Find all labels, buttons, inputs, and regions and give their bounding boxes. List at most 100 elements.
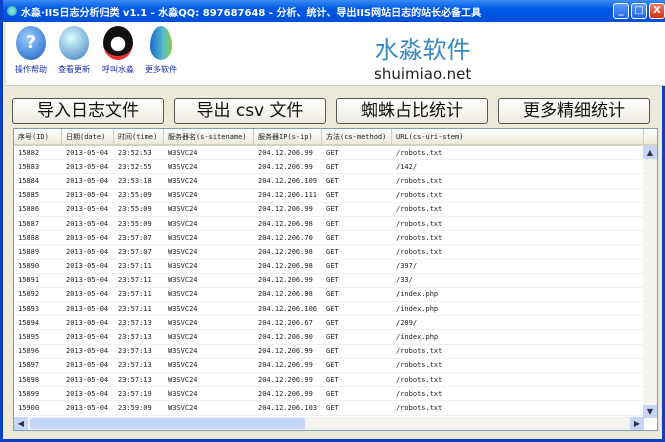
table-row[interactable]: 15883 2013-05-04 23:52:55 W3SVC24 204.12.206…: [14, 160, 657, 175]
more-software-button[interactable]: 更多软件: [139, 26, 183, 75]
table-cell: W3SVC24: [168, 162, 198, 171]
table-row[interactable]: 15886 2013-05-04 23:55:09 W3SVC24 204.12.206…: [14, 203, 657, 217]
table-row[interactable]: 15891 2013-05-04 23:57:11 W3SVC24 204.12.206…: [14, 274, 657, 288]
table-row[interactable]: 15895 2013-05-04 23:57:13 W3SVC24 204.12.206…: [14, 330, 657, 345]
table-cell: 15888: [18, 233, 40, 242]
table-cell: 15890: [18, 262, 40, 271]
minimize-button[interactable]: _: [613, 3, 629, 19]
table-cell: /397/: [396, 262, 418, 271]
table-cell: 204.12.206.109: [258, 176, 318, 185]
col-sitename[interactable]: 服务器名(s-sitename): [164, 129, 254, 144]
table-cell: W3SVC24: [168, 403, 198, 412]
table-row[interactable]: 15882 2013-05-04 23:52:53 W3SVC24 204.12.206…: [14, 146, 657, 161]
table-cell: 23:57:13: [118, 318, 152, 327]
table-cell: 2013-05-04: [66, 333, 109, 342]
table-cell: 23:57:11: [118, 276, 152, 285]
table-cell: 15894: [18, 318, 40, 327]
scroll-right-arrow[interactable]: ▶: [630, 417, 644, 430]
scroll-up-arrow[interactable]: ▲: [643, 146, 657, 159]
app-window: 水淼·IIS日志分析归类 v1.1 - 水淼QQ: 897687648 - 分析…: [0, 0, 665, 442]
toolbar: ? 操作帮助 查看更新 呼叫水淼 更多软件 水淼软件 shuimiao.net: [6, 22, 665, 86]
table-row[interactable]: 15894 2013-05-04 23:57:13 W3SVC24 204.12.206…: [14, 316, 657, 331]
check-update-button[interactable]: 查看更新: [52, 26, 96, 75]
col-ip[interactable]: 服务器IP(s-ip): [254, 129, 322, 144]
table-row[interactable]: 15885 2013-05-04 23:55:09 W3SVC24 204.12.206…: [14, 189, 657, 203]
table-cell: GET: [326, 389, 339, 398]
export-csv-button[interactable]: 导出 csv 文件: [174, 98, 326, 124]
scroll-left-arrow[interactable]: ◀: [14, 417, 28, 430]
import-log-button[interactable]: 导入日志文件: [12, 98, 164, 124]
table-cell: 2013-05-04: [66, 389, 109, 398]
table-cell: 15887: [18, 219, 40, 228]
table-cell: 2013-05-04: [66, 162, 109, 171]
col-date[interactable]: 日期(date): [62, 129, 114, 144]
col-method[interactable]: 方法(cs-method): [322, 129, 392, 144]
table-cell: 2013-05-04: [66, 304, 109, 313]
table-row[interactable]: 15893 2013-05-04 23:57:11 W3SVC24 204.12.206…: [14, 302, 657, 317]
table-row[interactable]: 15890 2013-05-04 23:57:11 W3SVC24 204.12.206…: [14, 260, 657, 274]
table-cell: 15892: [18, 290, 40, 299]
table-cell: 2013-05-04: [66, 375, 109, 384]
table-cell: 2013-05-04: [66, 361, 109, 370]
table-cell: 23:52:53: [118, 148, 152, 157]
table-row[interactable]: 15892 2013-05-04 23:57:11 W3SVC24 204.12.206…: [14, 288, 657, 303]
help-button[interactable]: ? 操作帮助: [9, 26, 53, 75]
table-cell: /robots.txt: [396, 247, 443, 256]
table-cell: W3SVC24: [168, 347, 198, 356]
horizontal-scrollbar[interactable]: ◀ ▶: [14, 417, 644, 430]
table-cell: 23:52:55: [118, 162, 152, 171]
close-button[interactable]: X: [649, 3, 665, 19]
table-row[interactable]: 15889 2013-05-04 23:57:07 W3SVC24 204.12.206…: [14, 245, 657, 260]
table-cell: 204.12.206.99: [258, 347, 313, 356]
table-cell: 23:57:13: [118, 333, 152, 342]
table-cell: 2013-05-04: [66, 262, 109, 271]
help-label: 操作帮助: [15, 65, 47, 74]
table-cell: 204.12.206.99: [258, 162, 313, 171]
scroll-down-arrow[interactable]: ▼: [643, 405, 657, 418]
col-id[interactable]: 序号(ID): [14, 129, 62, 144]
call-shuimiao-button[interactable]: 呼叫水淼: [96, 26, 140, 75]
table-cell: /robots.txt: [396, 403, 443, 412]
table-cell: GET: [326, 375, 339, 384]
table-cell: GET: [326, 219, 339, 228]
table-row[interactable]: 15897 2013-05-04 23:57:13 W3SVC24 204.12.206…: [14, 359, 657, 373]
app-icon: [7, 6, 17, 16]
table-cell: 204.12.206.99: [258, 276, 313, 285]
spider-stats-button[interactable]: 蜘蛛占比统计: [336, 98, 488, 124]
col-url[interactable]: URL(cs-uri-stem): [392, 129, 644, 144]
table-cell: GET: [326, 290, 339, 299]
horizontal-scroll-thumb[interactable]: [30, 418, 305, 429]
maximize-button[interactable]: □: [631, 3, 647, 19]
table-cell: W3SVC24: [168, 361, 198, 370]
table-row[interactable]: 15887 2013-05-04 23:55:09 W3SVC24 204.12.206…: [14, 217, 657, 232]
col-time[interactable]: 时间(time): [114, 129, 164, 144]
table-row[interactable]: 15884 2013-05-04 23:53:18 W3SVC24 204.12.206…: [14, 174, 657, 189]
table-cell: 204.12.206.99: [258, 389, 313, 398]
table-row[interactable]: 15898 2013-05-04 23:57:13 W3SVC24 204.12.206…: [14, 373, 657, 388]
table-cell: 204.12.206.99: [258, 361, 313, 370]
vertical-scrollbar[interactable]: ▲ ▼: [643, 146, 657, 418]
table-cell: 15884: [18, 176, 40, 185]
window-title: 水淼·IIS日志分析归类 v1.1 - 水淼QQ: 897687648 - 分析…: [21, 7, 482, 19]
table-cell: 204.12.206.111: [258, 191, 318, 200]
table-row[interactable]: 15899 2013-05-04 23:57:19 W3SVC24 204.12.206…: [14, 387, 657, 402]
table-cell: 2013-05-04: [66, 276, 109, 285]
table-cell: 204.12.206.103: [258, 403, 318, 412]
table-cell: /robots.txt: [396, 191, 443, 200]
detailed-stats-button[interactable]: 更多精细统计: [498, 98, 650, 124]
table-row[interactable]: 15900 2013-05-04 23:59:09 W3SVC24 204.12.206…: [14, 401, 657, 416]
table-cell: GET: [326, 276, 339, 285]
table-cell: 2013-05-04: [66, 233, 109, 242]
table-cell: 15900: [18, 403, 40, 412]
table-cell: 2013-05-04: [66, 290, 109, 299]
table-row[interactable]: 15896 2013-05-04 23:57:13 W3SVC24 204.12.206…: [14, 345, 657, 359]
table-row[interactable]: 15888 2013-05-04 23:57:07 W3SVC24 204.12.206…: [14, 231, 657, 246]
table-cell: GET: [326, 347, 339, 356]
table-cell: GET: [326, 191, 339, 200]
table-cell: 15897: [18, 361, 40, 370]
table-cell: GET: [326, 247, 339, 256]
table-cell: /33/: [396, 276, 413, 285]
water-drop-icon: [150, 26, 172, 60]
table-cell: /robots.txt: [396, 205, 443, 214]
table-cell: W3SVC24: [168, 318, 198, 327]
